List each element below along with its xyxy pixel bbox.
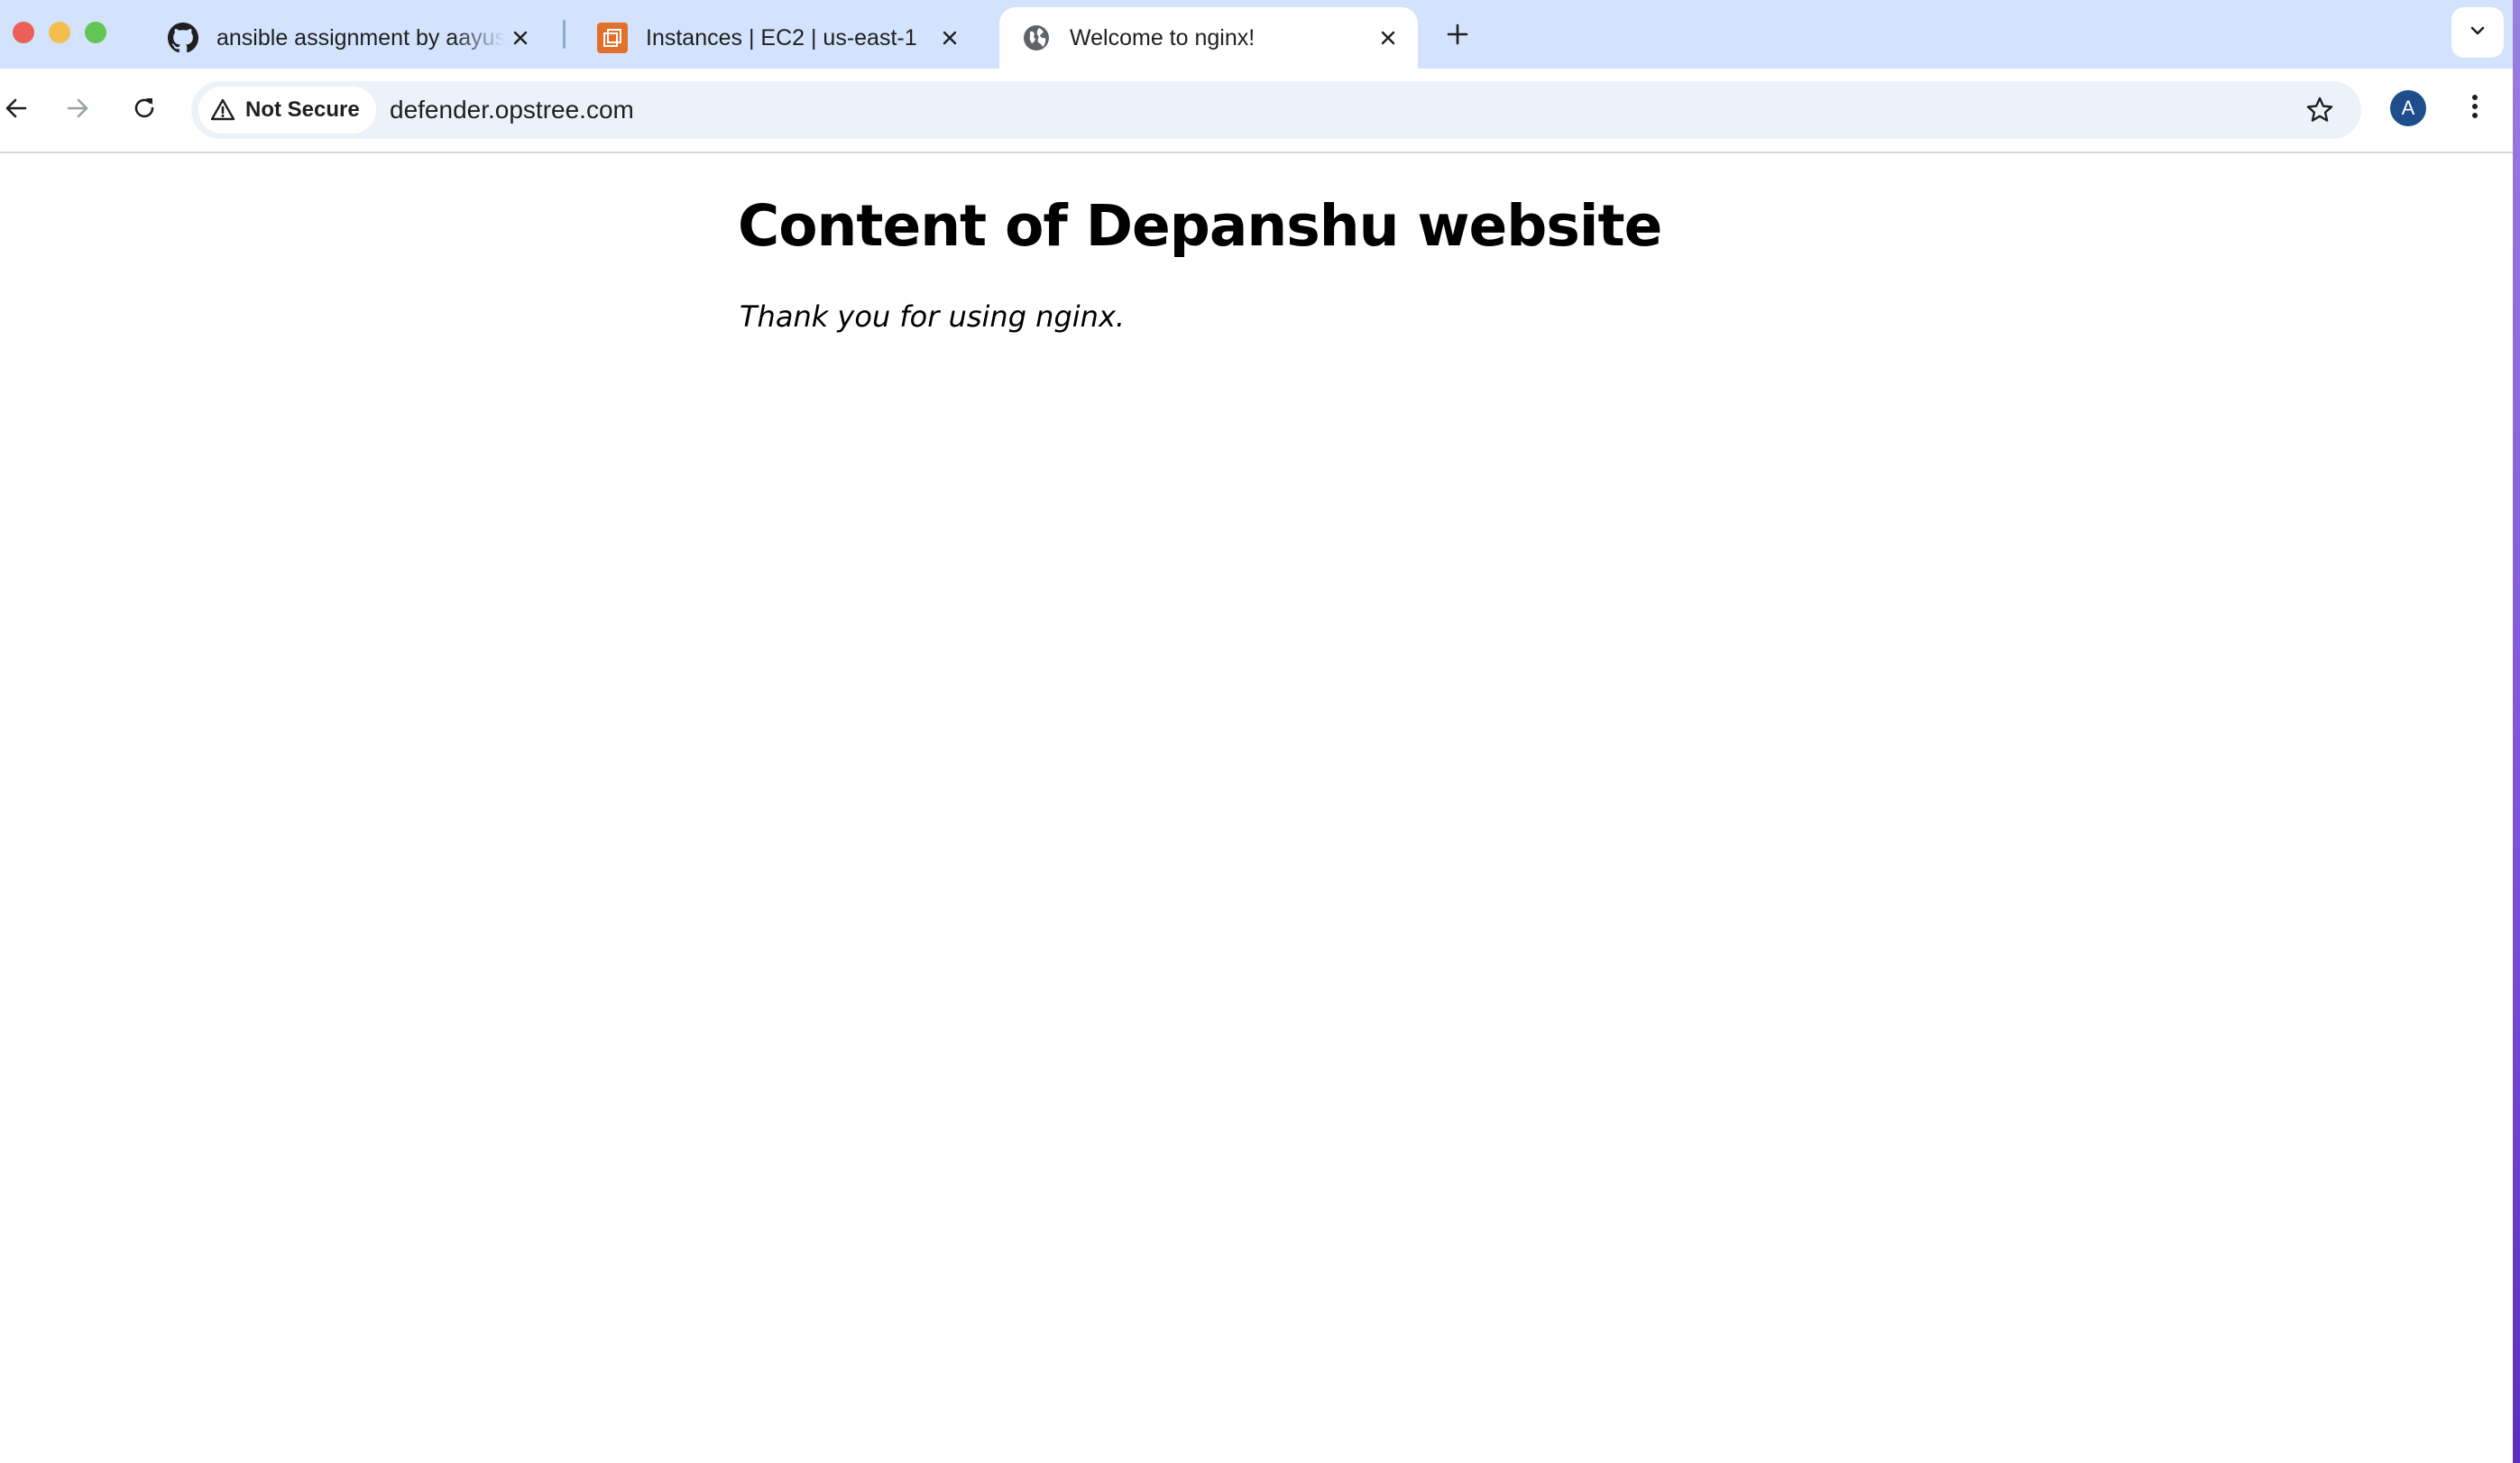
site-security-chip[interactable]: Not Secure (198, 87, 376, 133)
arrow-right-icon (64, 95, 91, 126)
tab-title: Welcome to nginx! (1070, 24, 1255, 51)
minimize-window-button[interactable] (49, 22, 70, 43)
browser-toolbar: Not Secure defender.opstree.com A (0, 69, 2513, 153)
globe-icon (1021, 23, 1052, 53)
close-tab-icon[interactable] (1373, 23, 1403, 53)
reload-button[interactable] (121, 87, 168, 133)
profile-avatar[interactable]: A (2390, 90, 2426, 126)
url-text[interactable]: defender.opstree.com (390, 81, 634, 139)
tab-nginx-active[interactable]: Welcome to nginx! (999, 7, 1418, 69)
tab-strip: ansible assignment by aayush Instances |… (0, 0, 2513, 69)
browser-window: ansible assignment by aayush Instances |… (0, 0, 2520, 1463)
new-tab-button[interactable] (1438, 14, 1477, 54)
close-tab-icon[interactable] (505, 23, 536, 53)
tab-separator (563, 20, 566, 49)
warning-icon (209, 97, 236, 124)
page-text: Thank you for using nginx. (740, 299, 1126, 334)
chevron-down-icon (2468, 21, 2488, 45)
close-window-button[interactable] (13, 22, 34, 43)
security-label: Not Secure (245, 97, 360, 122)
bookmark-star-icon[interactable] (2302, 92, 2338, 128)
aws-ec2-icon (597, 23, 628, 53)
back-button[interactable] (0, 87, 40, 133)
maximize-window-button[interactable] (85, 22, 106, 43)
page-content: Content of Depanshu website Thank you fo… (0, 153, 2513, 1463)
tab-ec2-instances[interactable]: Instances | EC2 | us-east-1 (575, 7, 979, 69)
github-icon (168, 23, 198, 53)
tab-title: ansible assignment by aayush (216, 24, 505, 51)
tab-search-button[interactable] (2451, 7, 2504, 58)
reload-icon (131, 95, 158, 126)
page-heading: Content of Depanshu website (738, 193, 1662, 259)
address-bar[interactable]: Not Secure defender.opstree.com (191, 81, 2361, 139)
tab-title: Instances | EC2 | us-east-1 (646, 24, 917, 51)
more-vert-icon (2471, 93, 2479, 124)
arrow-left-icon (3, 95, 30, 126)
forward-button[interactable] (54, 87, 101, 133)
browser-menu-button[interactable] (2455, 88, 2495, 128)
tab-github[interactable]: ansible assignment by aayush (146, 7, 550, 69)
desktop-background-edge (2513, 0, 2520, 1463)
close-tab-icon[interactable] (934, 23, 965, 53)
